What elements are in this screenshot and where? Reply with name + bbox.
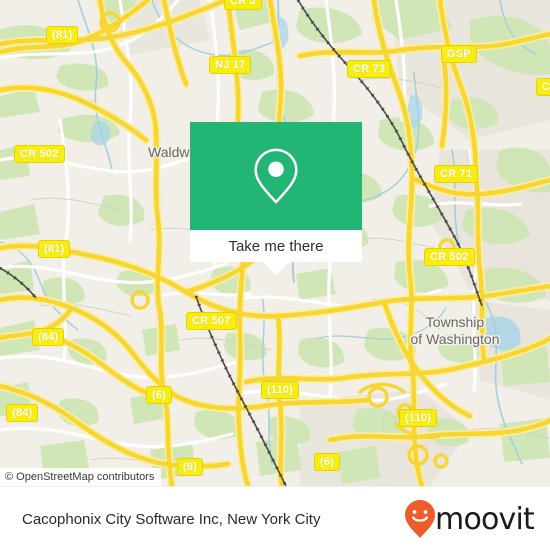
take-me-there-label: Take me there [228,237,324,255]
location-title: Cacophonix City Software Inc, New York C… [22,510,321,528]
road-shield[interactable]: (110) [261,381,300,399]
place-label-line-1: Township [425,314,485,330]
road-shield[interactable]: (110) [399,409,438,427]
road-shield[interactable]: C [536,78,550,96]
moovit-smiley-pin-icon [405,500,436,538]
take-me-there-button[interactable]: Take me there [190,230,362,262]
road-shield[interactable]: CR 507 [186,312,237,330]
moovit-brand[interactable]: moovit [403,499,535,539]
popup-icon-area [190,122,362,230]
road-shield[interactable]: (6) [314,453,341,471]
road-shield[interactable]: (84) [6,404,39,422]
road-shield[interactable]: (81) [38,240,71,258]
location-popup[interactable]: Take me there [190,122,362,275]
popup-tail [263,262,289,275]
bottom-info-bar: Cacophonix City Software Inc, New York C… [0,486,550,550]
road-shield[interactable]: CR 5 [224,0,262,10]
map-attribution[interactable]: © OpenStreetMap contributors [0,468,162,486]
road-shield[interactable]: GSP [441,45,477,63]
road-shield[interactable]: (6) [146,386,173,404]
road-shield[interactable]: CR 73 [347,60,392,78]
map-pin-icon [254,148,298,204]
place-label-township-of-washington: Township of Washington [411,314,500,348]
road-shield[interactable]: NJ 17 [209,56,252,74]
moovit-map-screenshot: .rd-major{stroke:#f7d633;stroke-linecap:… [0,0,550,550]
road-shield[interactable]: CR 502 [424,248,475,266]
road-shield[interactable]: (9) [177,458,204,476]
map-canvas[interactable]: .rd-major{stroke:#f7d633;stroke-linecap:… [0,0,550,486]
road-shield[interactable]: CR 502 [14,145,65,163]
place-label-line-2: of Washington [410,331,500,347]
road-shield[interactable]: CR 71 [434,165,479,183]
moovit-wordmark: moovit [435,501,535,537]
road-shield[interactable]: (84) [32,328,65,346]
road-shield[interactable]: (81) [46,26,79,44]
